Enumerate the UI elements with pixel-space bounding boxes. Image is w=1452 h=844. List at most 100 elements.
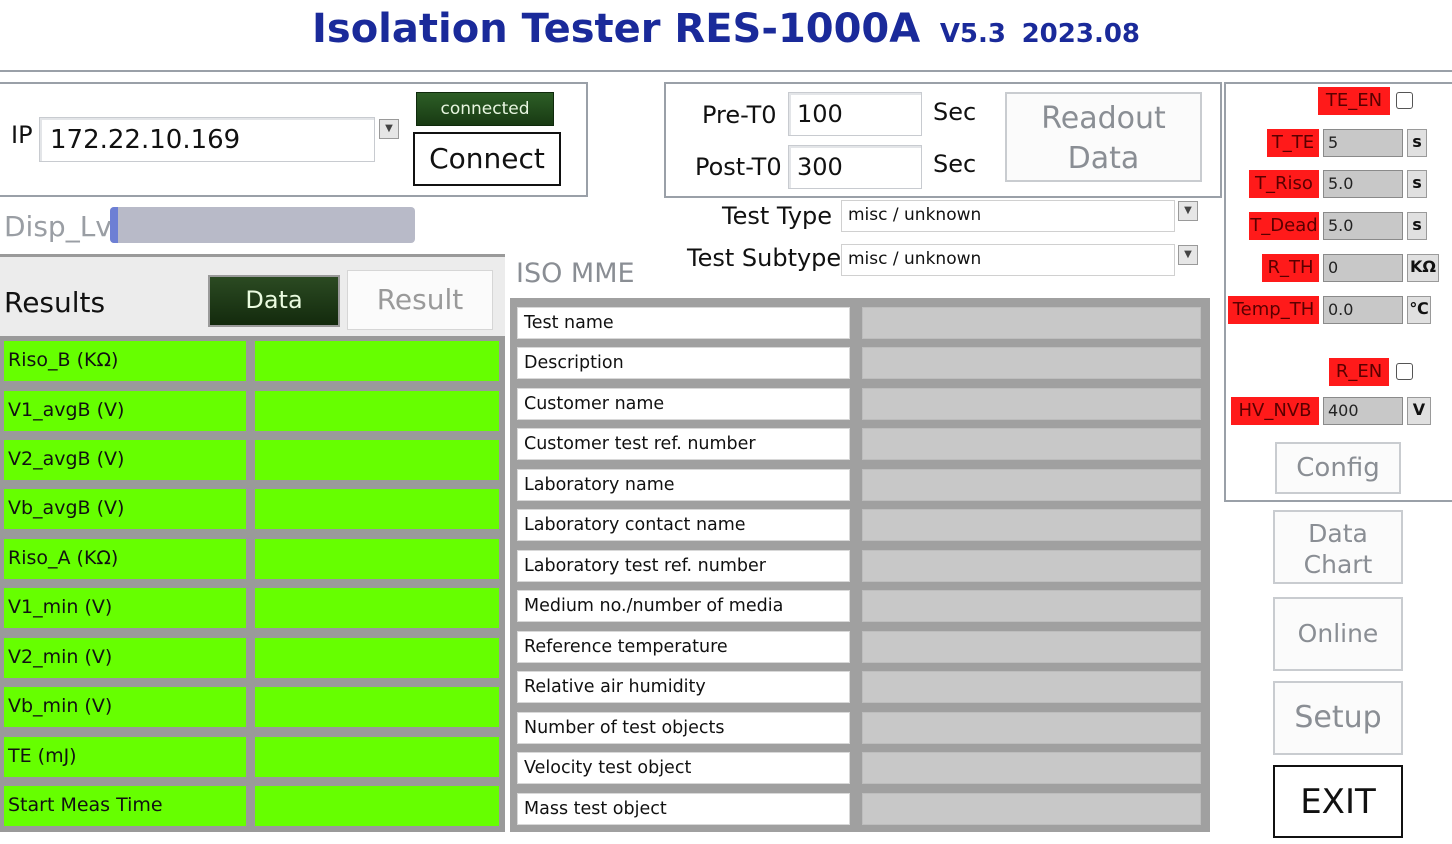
- temp-th-input[interactable]: 0.0: [1323, 296, 1403, 324]
- iso-input-laboratory-contact[interactable]: [862, 509, 1201, 541]
- r-th-unit: KΩ: [1407, 254, 1439, 282]
- result-label-vb-avgb: Vb_avgB (V): [4, 489, 246, 529]
- iso-input-medium-no[interactable]: [862, 590, 1201, 622]
- ip-dropdown-icon[interactable]: ▼: [379, 119, 399, 139]
- te-en-label: TE_EN: [1318, 87, 1390, 115]
- iso-input-customer-name[interactable]: [862, 388, 1201, 420]
- iso-input-description[interactable]: [862, 347, 1201, 379]
- app-date: 2023.08: [1021, 19, 1140, 49]
- iso-label-medium-no: Medium no./number of media: [517, 590, 850, 622]
- temp-th-label: Temp_TH: [1228, 296, 1319, 324]
- exit-button[interactable]: EXIT: [1273, 765, 1403, 838]
- config-button[interactable]: Config: [1275, 442, 1401, 494]
- iso-label-velocity-test-object: Velocity test object: [517, 752, 850, 784]
- result-value-vb-min: [255, 687, 499, 727]
- data-chart-label-line1: Data: [1308, 519, 1368, 548]
- post-t0-unit: Sec: [933, 150, 977, 178]
- post-t0-label: Post-T0: [695, 153, 782, 181]
- te-en-checkbox[interactable]: [1396, 92, 1413, 109]
- data-chart-label-line2: Chart: [1303, 550, 1373, 579]
- result-label-v1-avgb: V1_avgB (V): [4, 391, 246, 431]
- result-label-start-meas-time: Start Meas Time: [4, 786, 246, 826]
- setup-button[interactable]: Setup: [1273, 681, 1403, 755]
- iso-label-customer-test-ref: Customer test ref. number: [517, 428, 850, 460]
- t-dead-unit: s: [1407, 212, 1427, 240]
- result-label-vb-min: Vb_min (V): [4, 687, 246, 727]
- hv-nvb-input[interactable]: 400: [1323, 397, 1403, 425]
- r-th-label: R_TH: [1262, 254, 1319, 282]
- readout-label-line2: Data: [1067, 141, 1140, 176]
- r-th-input[interactable]: 0: [1323, 254, 1403, 282]
- data-chart-button[interactable]: Data Chart: [1273, 510, 1403, 584]
- iso-input-relative-air-humidity[interactable]: [862, 671, 1201, 703]
- results-title: Results: [4, 286, 106, 319]
- test-subtype-dropdown-icon[interactable]: ▼: [1178, 245, 1198, 265]
- iso-label-customer-name: Customer name: [517, 388, 850, 420]
- result-value-vb-avgb: [255, 489, 499, 529]
- app-version: V5.3: [939, 19, 1006, 49]
- ip-input[interactable]: 172.22.10.169: [39, 117, 375, 162]
- result-label-riso-b: Riso_B (KΩ): [4, 341, 246, 381]
- iso-input-number-of-test-objects[interactable]: [862, 712, 1201, 744]
- result-value-riso-a: [255, 539, 499, 579]
- test-type-dropdown-icon[interactable]: ▼: [1178, 201, 1198, 221]
- iso-label-laboratory-contact: Laboratory contact name: [517, 509, 850, 541]
- iso-input-laboratory-name[interactable]: [862, 469, 1201, 501]
- ip-label: IP: [11, 121, 33, 149]
- iso-input-reference-temperature[interactable]: [862, 631, 1201, 663]
- disp-lv-slider[interactable]: [110, 207, 415, 243]
- hv-nvb-label: HV_NVB: [1231, 397, 1319, 425]
- iso-label-test-name: Test name: [517, 307, 850, 339]
- iso-input-test-name[interactable]: [862, 307, 1201, 339]
- pre-t0-input[interactable]: 100: [788, 92, 922, 136]
- t-dead-input[interactable]: 5.0: [1323, 212, 1403, 240]
- iso-label-laboratory-name: Laboratory name: [517, 469, 850, 501]
- connection-status-indicator: connected: [416, 92, 554, 126]
- iso-mme-title: ISO MME: [516, 258, 635, 289]
- hv-nvb-unit: V: [1407, 397, 1431, 425]
- disp-lv-label: Disp_Lv: [4, 210, 112, 243]
- temp-th-unit: ℃: [1407, 296, 1431, 324]
- result-label-v2-avgb: V2_avgB (V): [4, 440, 246, 480]
- t-te-unit: s: [1407, 129, 1427, 157]
- app-title: Isolation Tester RES-1000A V5.3 2023.08: [0, 6, 1452, 52]
- readout-data-button[interactable]: Readout Data: [1005, 92, 1202, 182]
- r-en-checkbox[interactable]: [1396, 363, 1413, 380]
- data-tab-button[interactable]: Data: [208, 275, 340, 327]
- result-label-te: TE (mJ): [4, 737, 246, 777]
- iso-input-velocity-test-object[interactable]: [862, 752, 1201, 784]
- post-t0-input[interactable]: 300: [788, 145, 922, 189]
- t-riso-unit: s: [1407, 170, 1427, 198]
- iso-input-mass-test-object[interactable]: [862, 793, 1201, 825]
- result-label-v1-min: V1_min (V): [4, 588, 246, 628]
- result-value-v2-avgb: [255, 440, 499, 480]
- iso-input-laboratory-test-ref[interactable]: [862, 550, 1201, 582]
- r-en-label: R_EN: [1329, 358, 1389, 386]
- t-riso-label: T_Riso: [1249, 170, 1319, 198]
- result-value-riso-b: [255, 341, 499, 381]
- result-tab-button[interactable]: Result: [347, 270, 493, 330]
- test-subtype-label: Test Subtype: [687, 244, 842, 272]
- t-riso-input[interactable]: 5.0: [1323, 170, 1403, 198]
- iso-label-number-of-test-objects: Number of test objects: [517, 712, 850, 744]
- app-title-text: Isolation Tester RES-1000A: [312, 6, 921, 52]
- online-button[interactable]: Online: [1273, 597, 1403, 671]
- pre-t0-label: Pre-T0: [702, 101, 777, 129]
- t-te-input[interactable]: 5: [1323, 129, 1403, 157]
- iso-label-laboratory-test-ref: Laboratory test ref. number: [517, 550, 850, 582]
- readout-label-line1: Readout: [1041, 101, 1166, 136]
- connect-button[interactable]: Connect: [413, 132, 561, 186]
- iso-input-customer-test-ref[interactable]: [862, 428, 1201, 460]
- iso-label-reference-temperature: Reference temperature: [517, 631, 850, 663]
- t-dead-label: T_Dead: [1249, 212, 1319, 240]
- t-te-label: T_TE: [1267, 129, 1319, 157]
- result-value-v1-avgb: [255, 391, 499, 431]
- test-subtype-select[interactable]: misc / unknown: [841, 244, 1175, 276]
- pre-t0-unit: Sec: [933, 98, 977, 126]
- test-type-select[interactable]: misc / unknown: [841, 200, 1175, 232]
- result-label-riso-a: Riso_A (KΩ): [4, 539, 246, 579]
- result-value-te: [255, 737, 499, 777]
- disp-lv-slider-handle[interactable]: [110, 207, 118, 243]
- result-value-v1-min: [255, 588, 499, 628]
- iso-label-relative-air-humidity: Relative air humidity: [517, 671, 850, 703]
